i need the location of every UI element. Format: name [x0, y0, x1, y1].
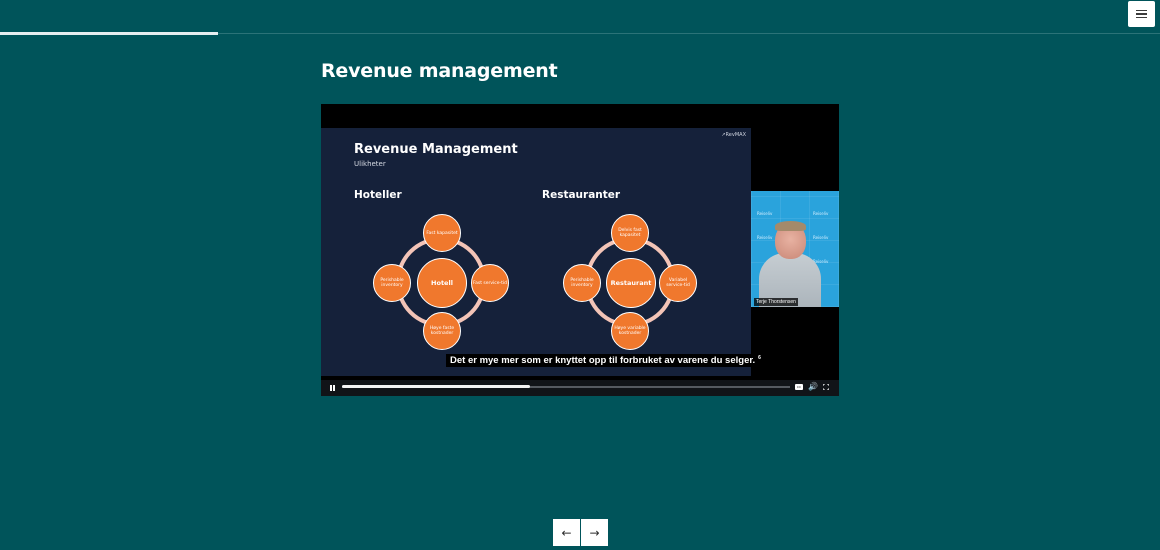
fullscreen-icon[interactable]: [823, 384, 829, 390]
speaker-hair: [775, 221, 806, 231]
slide-subtitle: Ulikheter: [354, 160, 386, 168]
speaker-webcam: Reiseliv Reiseliv Reiseliv Reiseliv Reis…: [751, 191, 839, 307]
arrow-left-icon: ←: [561, 525, 572, 540]
closed-captions-icon[interactable]: CC: [795, 384, 803, 390]
diagram-node-top: Delvis fast kapasitet: [611, 214, 649, 252]
slide-title: Revenue Management: [354, 142, 518, 157]
volume-icon[interactable]: 🔊: [808, 382, 818, 392]
next-button[interactable]: →: [581, 519, 608, 546]
video-controls-bar: CC 🔊: [321, 380, 839, 396]
diagram-node-top: Fast kapasitet: [423, 214, 461, 252]
previous-button[interactable]: ←: [553, 519, 580, 546]
menu-button[interactable]: [1128, 1, 1155, 27]
arrow-right-icon: →: [589, 525, 600, 540]
backdrop-brand: Reiseliv: [813, 235, 829, 240]
slide-column-title-hotels: Hoteller: [354, 189, 402, 201]
diagram-node-right: Fast service-tid: [471, 264, 509, 302]
hamburger-menu-icon: [1136, 9, 1147, 19]
video-caption: Det er mye mer som er knyttet opp til fo…: [446, 354, 765, 368]
diagram-node-bottom: Høye variable kostnader: [611, 312, 649, 350]
page-title: Revenue management: [321, 60, 558, 82]
slide-logo: ↗RevMAX: [721, 132, 746, 138]
diagram-node-right: Variabel service-tid: [659, 264, 697, 302]
video-player[interactable]: ↗RevMAX Revenue Management Ulikheter Hot…: [321, 104, 839, 396]
backdrop-brand: Reiseliv: [757, 211, 773, 216]
diagram-node-bottom: Høye faste kostnader: [423, 312, 461, 350]
seek-bar-played: [342, 385, 531, 388]
backdrop-brand: Reiseliv: [813, 211, 829, 216]
diagram-node-left: Perishable inventory: [373, 264, 411, 302]
slide-column-title-restaurants: Restauranter: [542, 189, 621, 201]
speaker-name-tag: Terje Thorstensen: [754, 298, 798, 306]
diagram-node-center: Restaurant: [606, 258, 656, 308]
pause-icon[interactable]: [330, 385, 336, 391]
course-progress-fill: [0, 32, 219, 35]
backdrop-brand: Reiseliv: [757, 235, 773, 240]
caption-mark: 6: [758, 355, 761, 361]
video-caption-text: Det er mye mer som er knyttet opp til fo…: [450, 355, 756, 367]
diagram-node-center: Hotell: [417, 258, 467, 308]
video-slide: ↗RevMAX Revenue Management Ulikheter Hot…: [321, 128, 751, 376]
diagram-node-left: Perishable inventory: [563, 264, 601, 302]
